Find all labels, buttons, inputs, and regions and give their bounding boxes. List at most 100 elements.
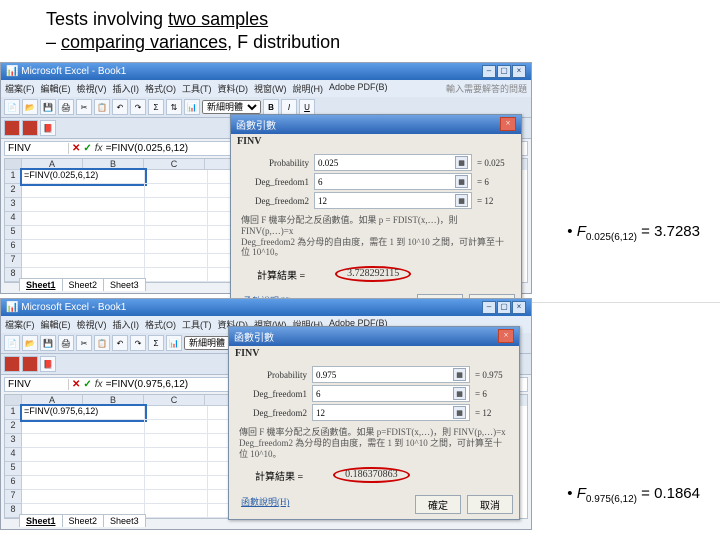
- menu-item[interactable]: 格式(O): [145, 82, 176, 95]
- redo-icon[interactable]: ↷: [130, 335, 146, 351]
- italic-icon[interactable]: I: [281, 99, 297, 115]
- close-button[interactable]: ×: [512, 301, 526, 314]
- color-red2-icon[interactable]: [22, 120, 38, 136]
- save-icon[interactable]: 💾: [40, 99, 56, 115]
- fx-icon[interactable]: fx: [95, 143, 103, 154]
- field-label: Deg_freedom2: [237, 408, 307, 418]
- range-picker-icon[interactable]: ▦: [453, 387, 466, 400]
- field-label: Deg_freedom2: [239, 196, 309, 206]
- menu-item[interactable]: 編輯(E): [41, 82, 71, 95]
- menu-item[interactable]: 格式(O): [145, 318, 176, 331]
- help-prompt: 輸入需要解答的問題: [446, 82, 527, 95]
- formula-input[interactable]: =FINV(0.975,6,12): [106, 379, 189, 390]
- df1-input[interactable]: 6▦: [312, 385, 470, 402]
- cut-icon[interactable]: ✂: [76, 99, 92, 115]
- df2-input[interactable]: 12▦: [312, 404, 470, 421]
- bold-icon[interactable]: B: [263, 99, 279, 115]
- df2-input[interactable]: 12▦: [314, 192, 472, 209]
- font-select[interactable]: 新細明體: [202, 100, 261, 114]
- range-picker-icon[interactable]: ▦: [453, 406, 466, 419]
- tab-sheet1[interactable]: Sheet1: [19, 278, 63, 291]
- minimize-button[interactable]: –: [482, 65, 496, 78]
- menu-item[interactable]: 插入(I): [113, 82, 140, 95]
- pdf-icon[interactable]: 📕: [40, 120, 56, 136]
- open-icon[interactable]: 📂: [22, 99, 38, 115]
- sum-icon[interactable]: Σ: [148, 99, 164, 115]
- menu-item[interactable]: 資料(D): [218, 82, 249, 95]
- menu-item[interactable]: 說明(H): [293, 82, 324, 95]
- dialog-close-icon[interactable]: ×: [500, 117, 516, 131]
- maximize-button[interactable]: ▢: [497, 65, 511, 78]
- df1-input[interactable]: 6▦: [314, 173, 472, 190]
- formula-input[interactable]: =FINV(0.025,6,12): [106, 143, 189, 154]
- print-icon[interactable]: 🖨: [58, 335, 74, 351]
- color-red-icon[interactable]: [4, 120, 20, 136]
- menu-item[interactable]: 檔案(F): [5, 318, 35, 331]
- underline-icon[interactable]: U: [299, 99, 315, 115]
- range-picker-icon[interactable]: ▦: [455, 194, 468, 207]
- sort-icon[interactable]: ⇅: [166, 99, 182, 115]
- dialog-close-icon[interactable]: ×: [498, 329, 514, 343]
- help-link[interactable]: 函數說明(H): [241, 495, 290, 514]
- undo-icon[interactable]: ↶: [112, 335, 128, 351]
- color-red2-icon[interactable]: [22, 356, 38, 372]
- name-box[interactable]: FINV: [8, 143, 69, 154]
- menu-item[interactable]: 工具(T): [182, 318, 212, 331]
- copy-icon[interactable]: 📋: [94, 99, 110, 115]
- tab-sheet3[interactable]: Sheet3: [103, 514, 146, 527]
- chart-icon[interactable]: 📊: [166, 335, 182, 351]
- probability-input[interactable]: 0.025▦: [314, 154, 472, 171]
- cell-a1[interactable]: =FINV(0.975,6,12): [22, 406, 145, 420]
- color-red-icon[interactable]: [4, 356, 20, 372]
- dialog-title: 函數引數: [236, 117, 276, 132]
- save-icon[interactable]: 💾: [40, 335, 56, 351]
- menu-item[interactable]: 檔案(F): [5, 82, 35, 95]
- menu-item[interactable]: 檢視(V): [77, 82, 107, 95]
- sum-icon[interactable]: Σ: [148, 335, 164, 351]
- menu-item[interactable]: 編輯(E): [41, 318, 71, 331]
- menu-item[interactable]: Adobe PDF(B): [329, 82, 388, 95]
- tab-sheet2[interactable]: Sheet2: [62, 278, 105, 291]
- maximize-button[interactable]: ▢: [497, 301, 511, 314]
- cut-icon[interactable]: ✂: [76, 335, 92, 351]
- dialog-titlebar: 函數引數 ×: [231, 115, 521, 134]
- fx-icon[interactable]: fx: [95, 379, 103, 390]
- result-row: 計算結果 = 3.728292115: [239, 260, 513, 288]
- menu-item[interactable]: 工具(T): [182, 82, 212, 95]
- cancel-formula-icon[interactable]: ✕: [72, 143, 80, 154]
- menu-item[interactable]: 視窗(W): [254, 82, 287, 95]
- ok-button[interactable]: 確定: [415, 495, 461, 514]
- menu-item[interactable]: 插入(I): [113, 318, 140, 331]
- tab-sheet3[interactable]: Sheet3: [103, 278, 146, 291]
- cancel-formula-icon[interactable]: ✕: [72, 379, 80, 390]
- chart-icon[interactable]: 📊: [184, 99, 200, 115]
- undo-icon[interactable]: ↶: [112, 99, 128, 115]
- pdf-icon[interactable]: 📕: [40, 356, 56, 372]
- tab-sheet1[interactable]: Sheet1: [19, 514, 63, 527]
- accept-formula-icon[interactable]: ✓: [83, 379, 91, 390]
- copy-icon[interactable]: 📋: [94, 335, 110, 351]
- open-icon[interactable]: 📂: [22, 335, 38, 351]
- print-icon[interactable]: 🖨: [58, 99, 74, 115]
- row-headers: 12345678: [5, 170, 22, 282]
- tab-sheet2[interactable]: Sheet2: [62, 514, 105, 527]
- cancel-button[interactable]: 取消: [467, 495, 513, 514]
- range-picker-icon[interactable]: ▦: [455, 156, 468, 169]
- new-icon[interactable]: 📄: [4, 335, 20, 351]
- range-picker-icon[interactable]: ▦: [453, 368, 466, 381]
- probability-input[interactable]: 0.975▦: [312, 366, 470, 383]
- cell-a1[interactable]: =FINV(0.025,6,12): [22, 170, 145, 184]
- dialog-description: 傳回 F 機率分配之反函數值。如果 p = FDIST(x,…)，則 FINV(…: [239, 211, 513, 260]
- menu-item[interactable]: 檢視(V): [77, 318, 107, 331]
- range-picker-icon[interactable]: ▦: [455, 175, 468, 188]
- function-name: FINV: [231, 134, 521, 149]
- function-args-dialog-top: 函數引數 × FINV Probability0.025▦= 0.025 Deg…: [230, 114, 522, 319]
- field-result: = 6: [475, 389, 511, 399]
- minimize-button[interactable]: –: [482, 301, 496, 314]
- accept-formula-icon[interactable]: ✓: [83, 143, 91, 154]
- excel-icon: 📊 Microsoft Excel - Book1: [6, 302, 126, 313]
- name-box[interactable]: FINV: [8, 379, 69, 390]
- redo-icon[interactable]: ↷: [130, 99, 146, 115]
- new-icon[interactable]: 📄: [4, 99, 20, 115]
- close-button[interactable]: ×: [512, 65, 526, 78]
